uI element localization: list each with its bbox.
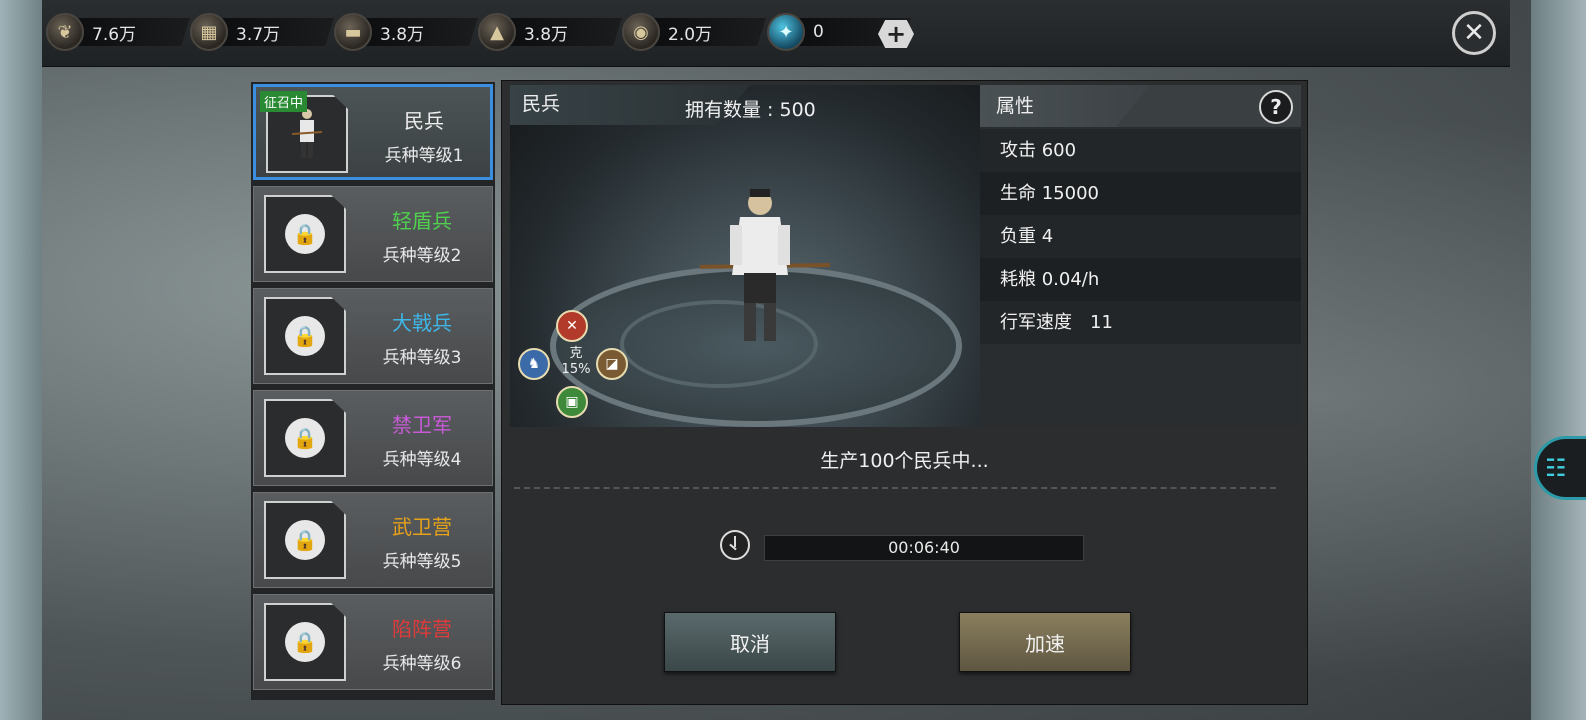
- attr-health: 生命 15000: [980, 172, 1301, 215]
- militia-model: [700, 189, 830, 341]
- resource-wood[interactable]: ▦ 3.7万: [190, 13, 334, 51]
- unit-level: 兵种等级3: [382, 348, 462, 368]
- grain-icon: ❦: [46, 13, 84, 51]
- unit-name: 武卫营: [392, 515, 452, 539]
- cancel-button[interactable]: 取消: [664, 612, 836, 672]
- attr-food: 耗粮 0.04/h: [980, 258, 1301, 301]
- unit-preview: 民兵 拥有数量 : 500 ✕ ◪ ▣ ♞ 克 15%: [510, 85, 980, 427]
- resource-iron[interactable]: ▬ 3.8万: [334, 13, 478, 51]
- resource-grain[interactable]: ❦ 7.6万: [46, 13, 190, 51]
- resource-bar: ❦ 7.6万 ▦ 3.7万 ▬ 3.8万 ▲ 3.8万 ◉ 2.0万 ✦ 0 +…: [42, 0, 1510, 67]
- unit-level: 兵种等级2: [382, 246, 462, 266]
- counter-horse-icon: ♞: [518, 348, 550, 380]
- unit-name: 民兵: [404, 109, 444, 133]
- owned-count: 拥有数量 : 500: [685, 99, 816, 121]
- lock-icon: 🔒: [285, 316, 325, 356]
- unit-portrait: 🔒: [264, 399, 346, 477]
- counter-label: 克: [569, 346, 583, 361]
- unit-portrait: 🔒: [264, 501, 346, 579]
- grain-value: 7.6万: [78, 18, 190, 46]
- attr-speed: 行军速度 11: [980, 301, 1301, 344]
- unit-portrait: 🔒: [264, 195, 346, 273]
- help-icon[interactable]: ?: [1259, 90, 1293, 124]
- unit-card-militia[interactable]: 征召中 民兵 兵种等级1: [253, 84, 493, 180]
- stone-icon: ▲: [478, 13, 516, 51]
- production-status: 生产100个民兵中...: [820, 450, 989, 472]
- counter-shield-icon: ▣: [556, 386, 588, 418]
- counter-bow-icon: ◪: [596, 348, 628, 380]
- lock-icon: 🔒: [285, 214, 325, 254]
- militia-portrait-icon: [292, 109, 322, 158]
- right-backdrop: [1531, 0, 1586, 720]
- unit-level: 兵种等级5: [382, 552, 462, 572]
- recruiting-badge: 征召中: [260, 91, 308, 112]
- unit-detail-panel: 民兵 拥有数量 : 500 ✕ ◪ ▣ ♞ 克 15% 属性 ? 攻击 600 …: [501, 80, 1308, 705]
- attr-load: 负重 4: [980, 215, 1301, 258]
- close-button[interactable]: ✕: [1452, 11, 1496, 55]
- unit-card-xianzhen[interactable]: 🔒 陷阵营 兵种等级6: [253, 594, 493, 690]
- unit-name: 大戟兵: [392, 311, 452, 335]
- unit-card-wuwei[interactable]: 🔒 武卫营 兵种等级5: [253, 492, 493, 588]
- unit-portrait: 🔒: [264, 297, 346, 375]
- counter-text: 克 15%: [554, 346, 598, 378]
- coin-icon: ◉: [622, 13, 660, 51]
- clock-icon: [720, 530, 750, 560]
- unit-list: 征召中 民兵 兵种等级1 🔒 轻盾兵 兵种等级2 🔒 大戟兵 兵种等级3 🔒 禁…: [251, 82, 495, 700]
- unit-card-light-shield[interactable]: 🔒 轻盾兵 兵种等级2: [253, 186, 493, 282]
- unit-name: 陷阵营: [392, 617, 452, 641]
- attribute-header: 属性 ?: [980, 85, 1301, 127]
- iron-value: 3.8万: [366, 18, 478, 46]
- lock-icon: 🔒: [285, 622, 325, 662]
- menu-icon: ☷: [1545, 454, 1567, 482]
- gem-icon: ✦: [767, 13, 805, 51]
- attr-attack: 攻击 600: [980, 129, 1301, 172]
- left-backdrop: [0, 0, 42, 720]
- unit-name: 禁卫军: [392, 413, 452, 437]
- unit-level: 兵种等级1: [384, 146, 464, 166]
- unit-card-halberd[interactable]: 🔒 大戟兵 兵种等级3: [253, 288, 493, 384]
- add-gem-button[interactable]: +: [878, 20, 914, 48]
- counter-sword-icon: ✕: [556, 310, 588, 342]
- iron-icon: ▬: [334, 13, 372, 51]
- speedup-button[interactable]: 加速: [959, 612, 1131, 672]
- lock-icon: 🔒: [285, 418, 325, 458]
- unit-name: 轻盾兵: [392, 209, 452, 233]
- unit-card-imperial-guard[interactable]: 🔒 禁卫军 兵种等级4: [253, 390, 493, 486]
- unit-level: 兵种等级6: [382, 654, 462, 674]
- attribute-title: 属性: [980, 85, 1150, 127]
- counter-wheel[interactable]: ✕ ◪ ▣ ♞ 克 15%: [518, 310, 630, 420]
- unit-portrait: 🔒: [264, 603, 346, 681]
- attribute-panel: 属性 ? 攻击 600 生命 15000 负重 4 耗粮 0.04/h 行军速度…: [980, 85, 1301, 427]
- resource-coin[interactable]: ◉ 2.0万: [622, 13, 766, 51]
- wood-value: 3.7万: [222, 18, 334, 46]
- wood-icon: ▦: [190, 13, 228, 51]
- stone-value: 3.8万: [510, 18, 622, 46]
- divider: [514, 487, 1276, 489]
- lock-icon: 🔒: [285, 520, 325, 560]
- timer-bar: 00:06:40: [764, 535, 1084, 561]
- resource-stone[interactable]: ▲ 3.8万: [478, 13, 622, 51]
- coin-value: 2.0万: [654, 18, 766, 46]
- counter-value: 15%: [561, 362, 591, 377]
- unit-level: 兵种等级4: [382, 450, 462, 470]
